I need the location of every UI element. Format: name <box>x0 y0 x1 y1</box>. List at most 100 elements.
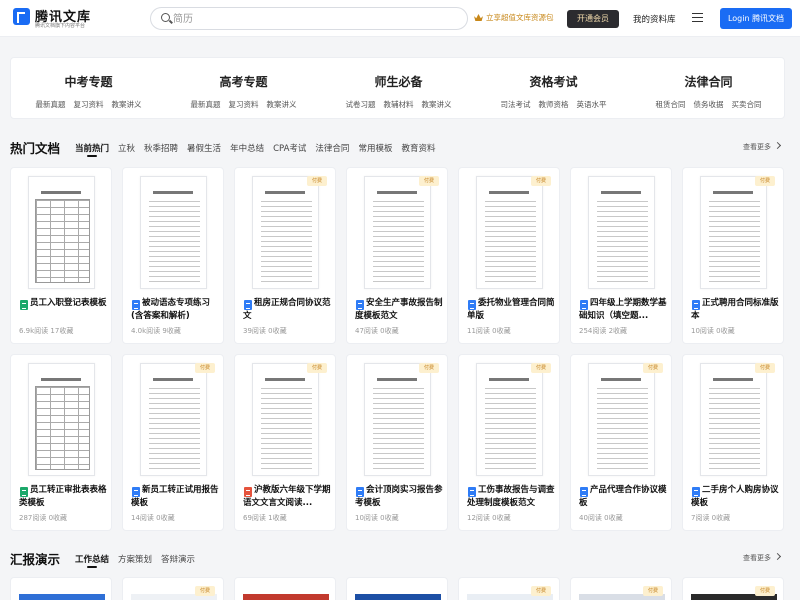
category-links: 最新真题 复习资料 教案讲义 <box>166 96 321 110</box>
doc-thumbnail[interactable] <box>476 363 543 476</box>
doc-card[interactable]: 付费 租房正规合同协议范文 39阅读 0收藏 <box>234 167 336 344</box>
doc-title[interactable]: 会计顶岗实习报告参考模板 <box>355 484 443 510</box>
doc-thumbnail[interactable] <box>252 363 319 476</box>
doc-card[interactable]: 付费 产品代理合作协议模板 40阅读 0收藏 <box>570 354 672 531</box>
category-link[interactable]: 最新真题 <box>36 100 66 109</box>
doc-thumbnail[interactable] <box>28 363 95 476</box>
category-link[interactable]: 最新真题 <box>191 100 221 109</box>
doc-thumbnail[interactable] <box>476 176 543 289</box>
category-link[interactable]: 复习资料 <box>74 100 104 109</box>
category-title[interactable]: 资格考试 <box>476 73 631 90</box>
category-link[interactable]: 债务收据 <box>694 100 724 109</box>
promo-link[interactable]: 立享超值文库资源包 <box>474 12 554 23</box>
category-link[interactable]: 试卷习题 <box>346 100 376 109</box>
search-box[interactable] <box>150 7 468 30</box>
doc-card[interactable]: 四年级上学期数学基础知识（填空题... 254阅读 2收藏 <box>570 167 672 344</box>
report-card[interactable]: 付费 <box>122 577 224 600</box>
doc-card[interactable]: 被动语态专项练习(含答案和解析) 4.0k阅读 9收藏 <box>122 167 224 344</box>
doc-thumbnail[interactable] <box>700 363 767 476</box>
tab-autumn-recruit[interactable]: 秋季招聘 <box>144 142 178 154</box>
doc-thumbnail[interactable] <box>588 363 655 476</box>
search-icon[interactable] <box>161 13 170 22</box>
slide-thumbnail[interactable] <box>243 594 329 600</box>
doc-heading-line <box>489 191 529 194</box>
doc-thumbnail[interactable] <box>364 363 431 476</box>
search-input[interactable] <box>173 11 453 27</box>
doc-title[interactable]: 委托物业管理合同简单版 <box>467 297 555 323</box>
doc-card[interactable]: 员工入职登记表模板 6.9k阅读 17收藏 <box>10 167 112 344</box>
tab-midyear[interactable]: 年中总结 <box>230 142 264 154</box>
doc-title[interactable]: 员工转正审批表表格类模板 <box>19 484 107 510</box>
slide-thumbnail[interactable] <box>355 594 441 600</box>
doc-card[interactable]: 付费 沪教版六年级下学期语文文言文阅读... 69阅读 1收藏 <box>234 354 336 531</box>
doc-card[interactable]: 员工转正审批表表格类模板 287阅读 0收藏 <box>10 354 112 531</box>
my-library-link[interactable]: 我的资料库 <box>633 13 676 25</box>
tab-plan[interactable]: 方案策划 <box>118 553 152 565</box>
report-card[interactable]: 付费 <box>682 577 784 600</box>
report-card[interactable] <box>234 577 336 600</box>
doc-card[interactable]: 付费 新员工转正试用报告模板 14阅读 0收藏 <box>122 354 224 531</box>
open-vip-button[interactable]: 开通会员 <box>567 10 619 28</box>
category-title[interactable]: 中考专题 <box>11 73 166 90</box>
doc-card[interactable]: 付费 正式聘用合同标准版本 10阅读 0收藏 <box>682 167 784 344</box>
category-link[interactable]: 司法考试 <box>501 100 531 109</box>
report-card[interactable] <box>10 577 112 600</box>
category-link[interactable]: 英语水平 <box>577 100 607 109</box>
doc-title[interactable]: 正式聘用合同标准版本 <box>691 297 779 323</box>
category-link[interactable]: 教案讲义 <box>422 100 452 109</box>
category-title[interactable]: 师生必备 <box>321 73 476 90</box>
doc-thumbnail[interactable] <box>140 363 207 476</box>
doc-thumbnail[interactable] <box>28 176 95 289</box>
doc-text-lines <box>485 388 536 470</box>
tab-summer[interactable]: 暑假生活 <box>187 142 221 154</box>
category-link[interactable]: 复习资料 <box>229 100 259 109</box>
tab-templates[interactable]: 常用模板 <box>358 142 392 154</box>
doc-title[interactable]: 工伤事故报告与调查处理制度模板范文 <box>467 484 555 510</box>
tab-defense[interactable]: 答辩演示 <box>161 553 195 565</box>
tab-legal[interactable]: 法律合同 <box>315 142 349 154</box>
report-more-link[interactable]: 查看更多 <box>743 552 782 563</box>
doc-thumbnail[interactable] <box>700 176 767 289</box>
category-title[interactable]: 法律合同 <box>631 73 786 90</box>
tab-current-hot[interactable]: 当前热门 <box>75 142 109 157</box>
doc-thumbnail[interactable] <box>140 176 207 289</box>
report-card[interactable] <box>346 577 448 600</box>
doc-title[interactable]: 被动语态专项练习(含答案和解析) <box>131 297 219 323</box>
doc-card[interactable]: 付费 二手房个人购房协议模板 7阅读 0收藏 <box>682 354 784 531</box>
tab-work-summary[interactable]: 工作总结 <box>75 553 109 568</box>
slide-thumbnail[interactable] <box>19 594 105 600</box>
doc-card[interactable]: 付费 安全生产事故报告制度模板范文 47阅读 0收藏 <box>346 167 448 344</box>
login-button[interactable]: Login 腾讯文档 <box>720 8 792 29</box>
hot-more-link[interactable]: 查看更多 <box>743 141 782 152</box>
tab-cpa[interactable]: CPA考试 <box>273 142 306 154</box>
category-link[interactable]: 教案讲义 <box>112 100 142 109</box>
doc-thumbnail[interactable] <box>252 176 319 289</box>
doc-title[interactable]: 新员工转正试用报告模板 <box>131 484 219 510</box>
report-card[interactable]: 付费 <box>570 577 672 600</box>
doc-title[interactable]: 员工入职登记表模板 <box>19 297 107 323</box>
doc-title[interactable]: 安全生产事故报告制度模板范文 <box>355 297 443 323</box>
category-link[interactable]: 教辅材料 <box>384 100 414 109</box>
doc-title[interactable]: 租房正规合同协议范文 <box>243 297 331 323</box>
doc-card[interactable]: 付费 委托物业管理合同简单版 11阅读 0收藏 <box>458 167 560 344</box>
doc-title[interactable]: 四年级上学期数学基础知识（填空题... <box>579 297 667 323</box>
menu-icon[interactable] <box>692 13 703 22</box>
doc-title[interactable]: 沪教版六年级下学期语文文言文阅读... <box>243 484 331 510</box>
doc-text-lines <box>149 201 200 283</box>
category-link[interactable]: 教师资格 <box>539 100 569 109</box>
doc-thumbnail[interactable] <box>588 176 655 289</box>
category-link[interactable]: 买卖合同 <box>732 100 762 109</box>
tab-education[interactable]: 教育资料 <box>401 142 435 154</box>
doc-title[interactable]: 产品代理合作协议模板 <box>579 484 667 510</box>
category-title[interactable]: 高考专题 <box>166 73 321 90</box>
doc-card[interactable]: 付费 会计顶岗实习报告参考模板 10阅读 0收藏 <box>346 354 448 531</box>
tab-autumn[interactable]: 立秋 <box>118 142 135 154</box>
logo-icon[interactable] <box>13 8 30 25</box>
doc-thumbnail[interactable] <box>364 176 431 289</box>
category-high-school: 高考专题 最新真题 复习资料 教案讲义 <box>166 58 321 120</box>
report-card[interactable]: 付费 <box>458 577 560 600</box>
doc-title[interactable]: 二手房个人购房协议模板 <box>691 484 779 510</box>
category-link[interactable]: 租赁合同 <box>656 100 686 109</box>
category-link[interactable]: 教案讲义 <box>267 100 297 109</box>
doc-card[interactable]: 付费 工伤事故报告与调查处理制度模板范文 12阅读 0收藏 <box>458 354 560 531</box>
